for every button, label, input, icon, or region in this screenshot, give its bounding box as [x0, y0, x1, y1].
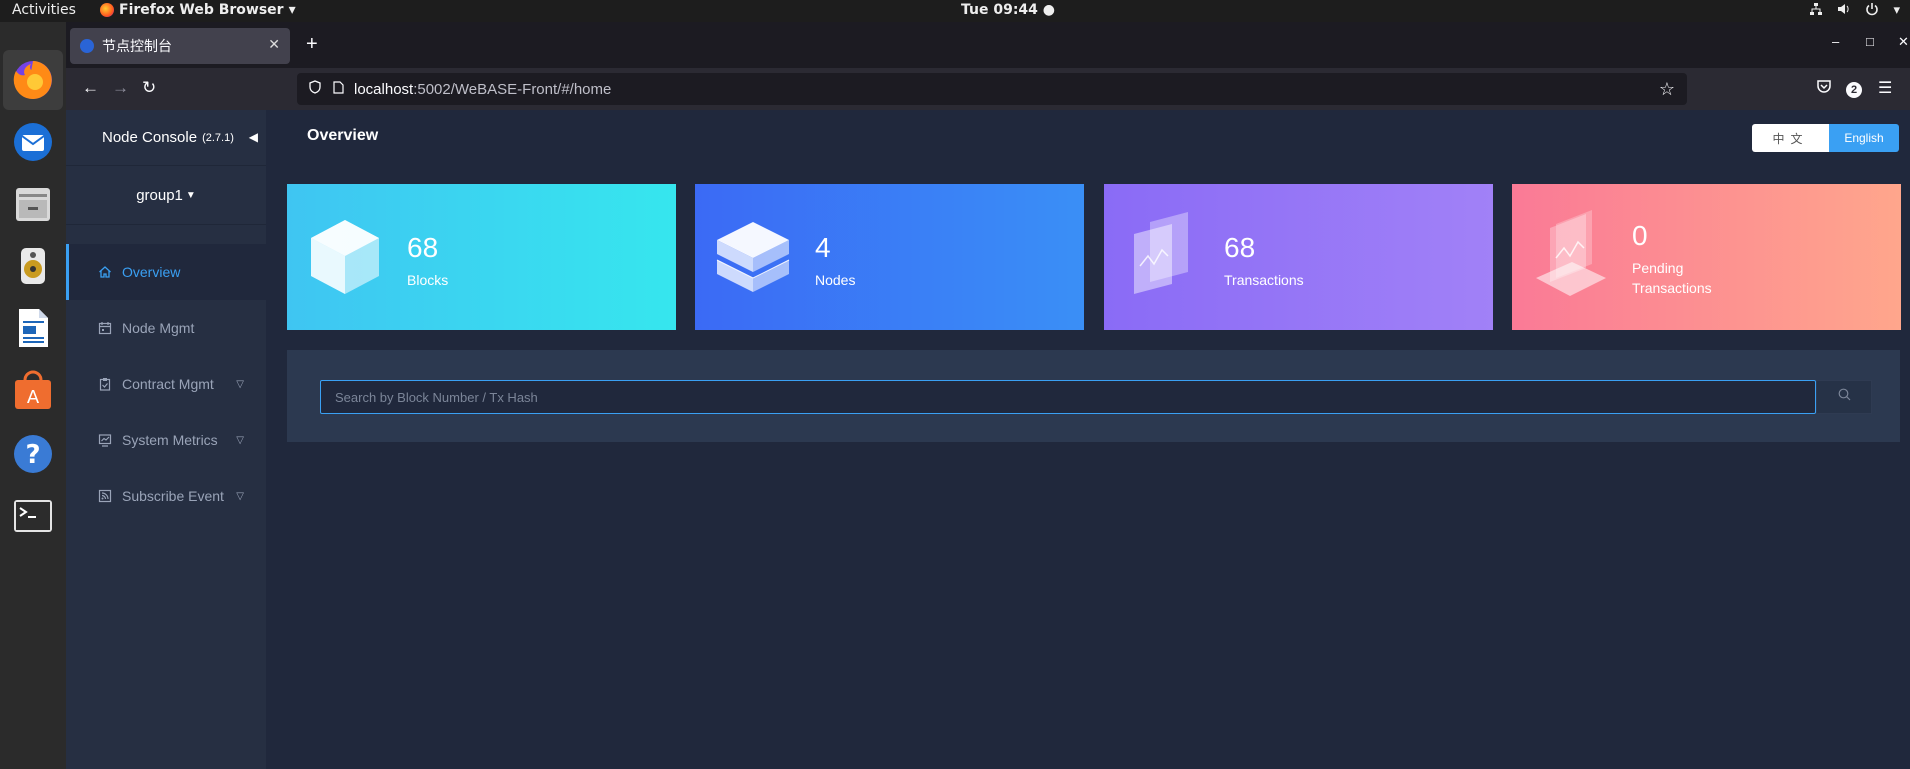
browser-tab[interactable]: 节点控制台 ✕	[70, 28, 290, 64]
window-close-button[interactable]: ✕	[1898, 34, 1909, 50]
cube-icon	[311, 220, 379, 294]
volume-icon	[1837, 2, 1851, 19]
browser-nav-bar: ← → ↻ localhost :5002/WeBASE-Front/#/hom…	[66, 68, 1910, 110]
server-stack-icon	[716, 222, 790, 292]
app-store-icon[interactable]: A	[9, 366, 57, 414]
svg-text:?: ?	[25, 440, 40, 470]
pocket-icon[interactable]	[1816, 78, 1832, 99]
sidebar-title: Node Console (2.7.1) ◀	[66, 110, 266, 165]
sidebar-item-label: Subscribe Event	[122, 488, 224, 504]
browser-tab-bar: 节点控制台 ✕ + – □ ✕	[66, 22, 1910, 68]
home-icon	[98, 265, 112, 279]
clock[interactable]: Tue 09:44 ●	[961, 2, 1055, 18]
stat-value: 68	[407, 232, 439, 263]
page-icon	[333, 80, 344, 98]
search-panel	[287, 350, 1900, 442]
new-tab-button[interactable]: +	[306, 34, 318, 54]
account-badge[interactable]: 2	[1846, 80, 1862, 98]
collapse-sidebar-icon[interactable]: ◀	[249, 130, 258, 144]
app-menu-label: Firefox Web Browser	[119, 2, 284, 18]
stat-label: Pending Transactions	[1632, 260, 1712, 296]
sidebar-item-subscribe-event[interactable]: Subscribe Event ▽	[66, 468, 266, 524]
page-title: Overview	[307, 127, 379, 144]
stat-value: 68	[1224, 232, 1256, 263]
libreoffice-writer-icon[interactable]	[9, 304, 57, 352]
sidebar: Node Console (2.7.1) ◀ group1 ▼ Overview…	[66, 110, 266, 769]
sidebar-item-label: System Metrics	[122, 432, 218, 448]
system-top-bar: Activities Firefox Web Browser ▾ Tue 09:…	[0, 0, 1910, 22]
stat-card-blocks[interactable]: 68 Blocks	[287, 184, 676, 330]
sidebar-item-overview[interactable]: Overview	[66, 244, 266, 300]
favicon-icon	[80, 39, 94, 53]
power-icon	[1865, 2, 1879, 19]
sidebar-item-system-metrics[interactable]: System Metrics ▽	[66, 412, 266, 468]
stat-card-transactions[interactable]: 68 Transactions	[1104, 184, 1493, 330]
app-version: (2.7.1)	[202, 131, 234, 144]
sidebar-item-contract-mgmt[interactable]: Contract Mgmt ▽	[66, 356, 266, 412]
dock: A ?	[0, 22, 66, 769]
chevron-down-icon: ▽	[236, 378, 244, 390]
caret-down-icon: ▼	[185, 189, 196, 201]
activities-button[interactable]: Activities	[12, 2, 76, 18]
url-host: localhost	[354, 80, 414, 98]
files-icon[interactable]	[9, 180, 57, 228]
app-menu[interactable]: Firefox Web Browser ▾	[100, 2, 296, 18]
search-input[interactable]	[320, 380, 1816, 414]
app-title: Node Console	[102, 129, 198, 146]
search-button[interactable]	[1816, 380, 1872, 414]
calendar-icon	[98, 321, 112, 335]
back-button[interactable]: ←	[82, 78, 99, 98]
lang-zh-button[interactable]: 中文	[1752, 124, 1829, 152]
url-bar[interactable]: localhost :5002/WeBASE-Front/#/home ☆	[297, 73, 1687, 105]
clipboard-icon	[98, 377, 112, 391]
monitor-chart-icon	[98, 433, 112, 447]
terminal-icon[interactable]	[9, 492, 57, 540]
stat-value: 4	[815, 232, 831, 263]
sidebar-item-label: Contract Mgmt	[122, 376, 214, 392]
network-icon	[1809, 2, 1823, 19]
tab-title: 节点控制台	[102, 38, 172, 54]
stat-card-pending-transactions[interactable]: 0 Pending Transactions	[1512, 184, 1901, 330]
stat-value: 0	[1632, 220, 1648, 251]
system-tray[interactable]: ▾	[1809, 2, 1900, 19]
shield-icon	[309, 80, 321, 98]
app-container: Node Console (2.7.1) ◀ group1 ▼ Overview…	[66, 110, 1910, 769]
search-icon	[1838, 388, 1851, 406]
stat-label: Transactions	[1224, 272, 1304, 288]
maximize-button[interactable]: □	[1866, 34, 1874, 49]
lang-en-button[interactable]: English	[1829, 124, 1899, 152]
hamburger-menu-icon[interactable]: ☰	[1878, 78, 1892, 98]
sidebar-item-node-mgmt[interactable]: Node Mgmt	[66, 300, 266, 356]
rhythmbox-icon[interactable]	[9, 242, 57, 290]
chevron-down-icon: ▽	[236, 490, 244, 502]
close-icon[interactable]: ✕	[268, 36, 280, 53]
minimize-button[interactable]: –	[1832, 34, 1839, 49]
thunderbird-icon[interactable]	[9, 118, 57, 166]
bookmark-star-icon[interactable]: ☆	[1659, 79, 1675, 100]
notification-count: 2	[1846, 82, 1862, 98]
group-label: group1	[136, 186, 183, 204]
reload-button[interactable]: ↻	[142, 78, 156, 98]
language-switch: 中文 English	[1752, 124, 1899, 152]
firefox-icon	[100, 3, 114, 17]
chevron-down-icon: ▾	[288, 2, 296, 18]
forward-button[interactable]: →	[112, 78, 129, 98]
sidebar-item-label: Node Mgmt	[122, 320, 195, 336]
url-path: :5002/WeBASE-Front/#/home	[413, 80, 612, 98]
stat-label: Blocks	[407, 272, 449, 288]
group-selector[interactable]: group1 ▼	[66, 165, 266, 225]
help-icon[interactable]: ?	[9, 430, 57, 478]
sidebar-item-label: Overview	[122, 264, 181, 280]
svg-text:A: A	[27, 387, 40, 408]
transaction-panel-icon	[1134, 212, 1188, 294]
stat-card-nodes[interactable]: 4 Nodes	[695, 184, 1084, 330]
firefox-icon[interactable]	[9, 56, 57, 104]
stat-label: Nodes	[815, 272, 856, 288]
rss-icon	[98, 489, 112, 503]
chevron-down-icon: ▾	[1893, 2, 1900, 17]
chevron-down-icon: ▽	[236, 434, 244, 446]
pending-panel-icon	[1536, 210, 1606, 296]
